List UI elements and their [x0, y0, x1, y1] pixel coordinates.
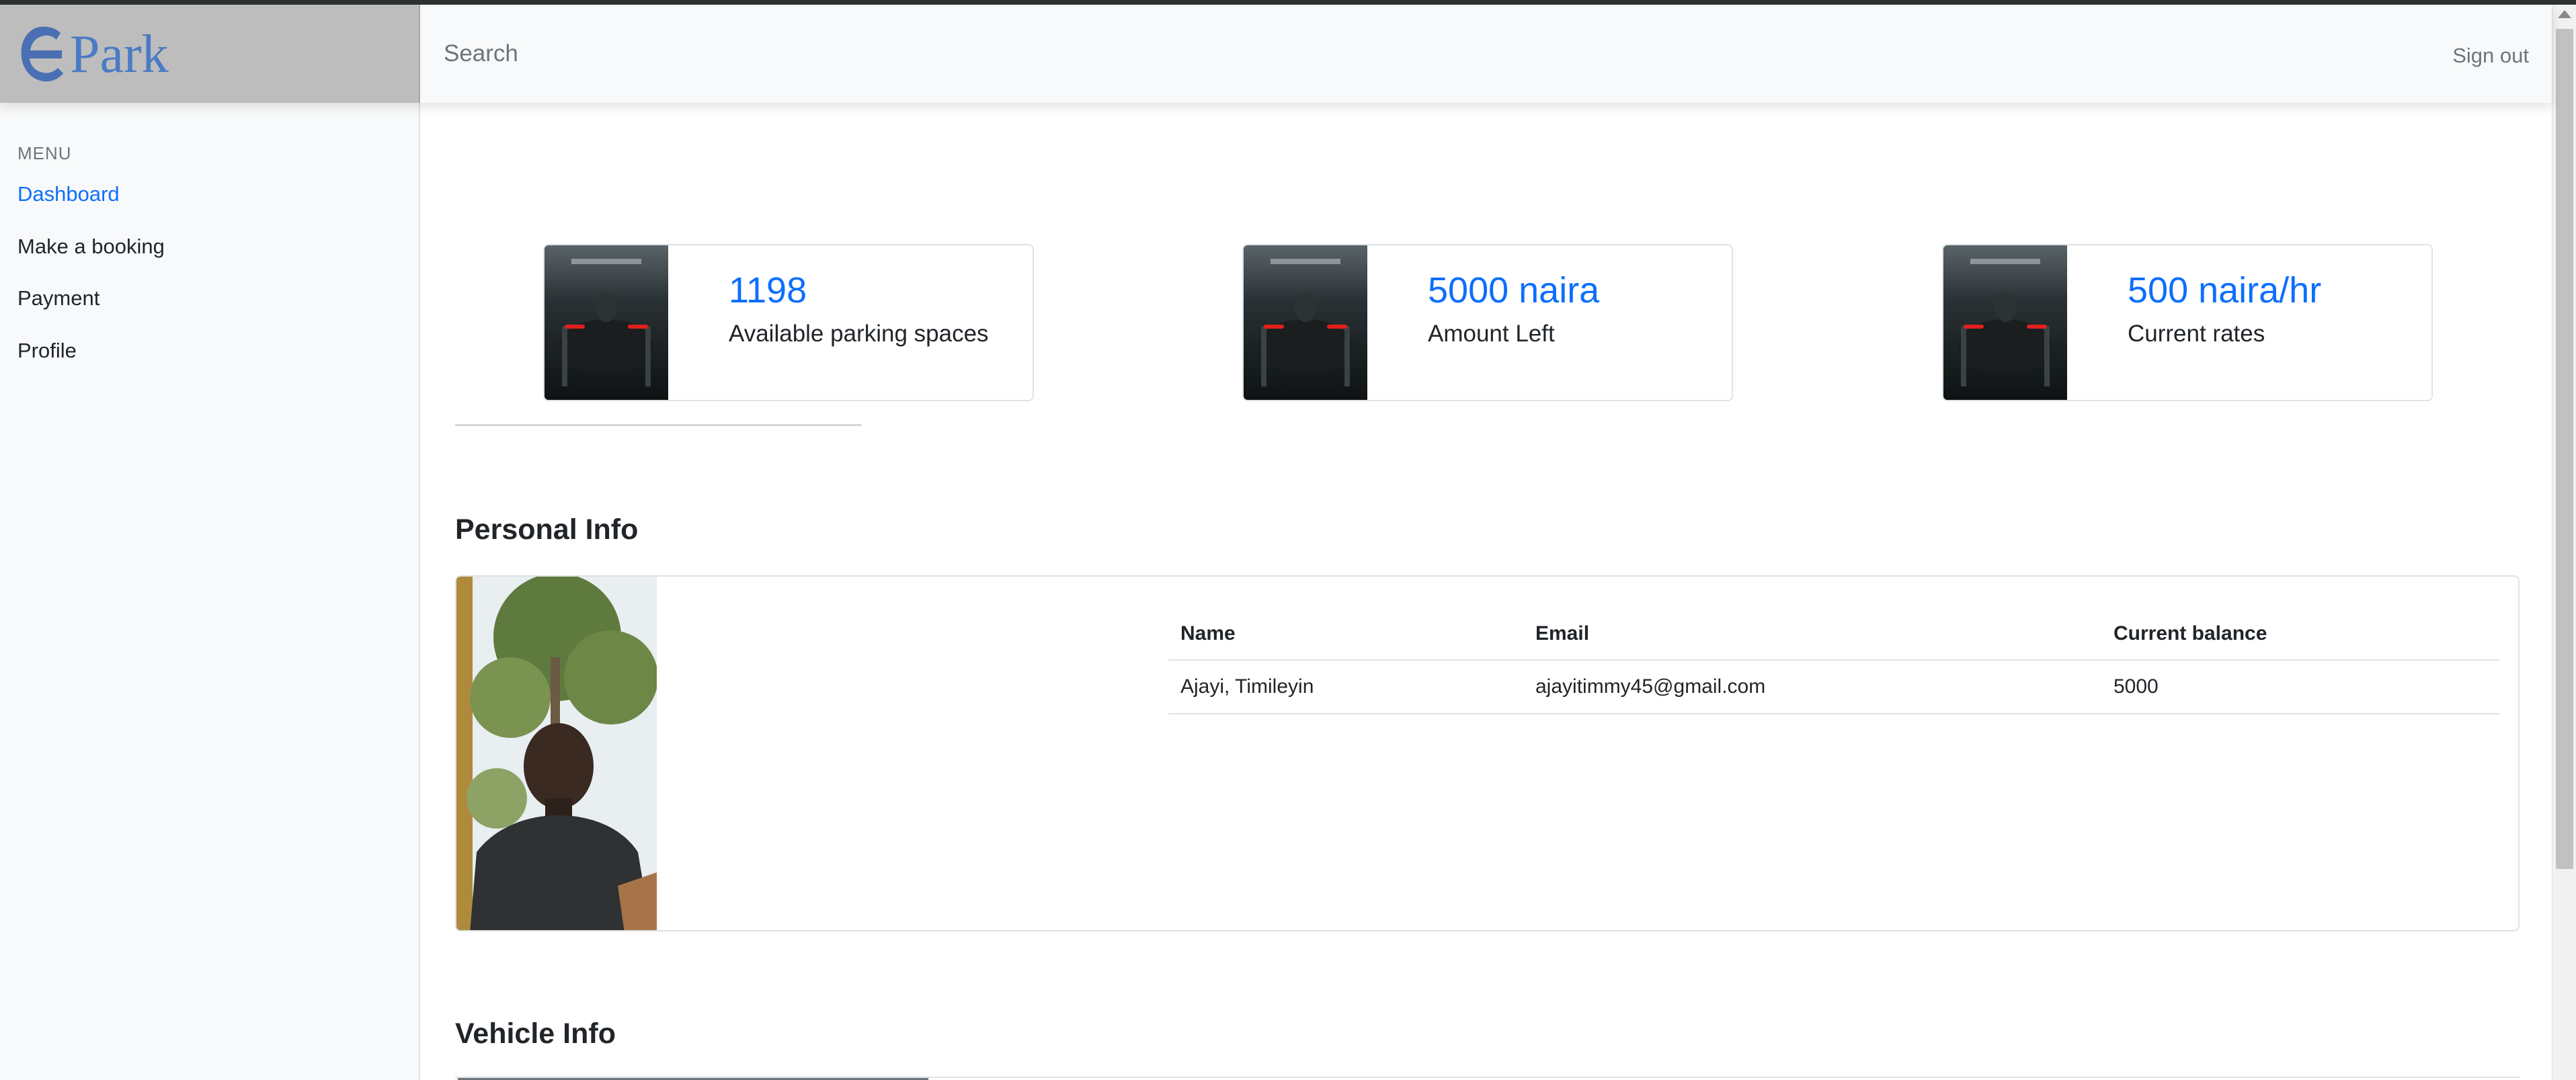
vehicle-info-title: Vehicle Info	[455, 1017, 616, 1050]
stat-value: 5000 naira	[1428, 270, 1600, 310]
column-header-email: Email	[1523, 608, 2101, 661]
section-divider	[455, 424, 862, 426]
brand-name: Park	[70, 25, 169, 84]
stat-label: Amount Left	[1428, 321, 1555, 347]
brand[interactable]: Park	[0, 5, 420, 103]
table-header-row: Name Email Current balance	[1168, 608, 2499, 661]
table-row: Ajayi, Timileyin ajayitimmy45@gmail.com …	[1168, 660, 2499, 714]
stat-value: 500 naira/hr	[2128, 270, 2322, 310]
sidebar-item-payment[interactable]: Payment	[17, 286, 99, 310]
search-input[interactable]	[432, 29, 2381, 79]
stat-label: Available parking spaces	[729, 321, 989, 347]
stat-card-parking-spaces: 1198 Available parking spaces	[543, 244, 1034, 401]
cell-current-balance: 5000	[2101, 660, 2499, 714]
column-header-current-balance: Current balance	[2101, 608, 2499, 661]
personal-info-title: Personal Info	[455, 513, 639, 546]
sidebar-item-dashboard[interactable]: Dashboard	[17, 182, 120, 206]
personal-info-table: Name Email Current balance Ajayi, Timile…	[1168, 608, 2499, 714]
window-top-edge	[0, 0, 2576, 5]
sidebar: MENU Dashboard Make a booking Payment Pr…	[0, 103, 420, 1080]
cell-email: ajayitimmy45@gmail.com	[1523, 660, 2101, 714]
scroll-up-arrow-icon[interactable]	[2558, 10, 2571, 18]
vehicle-info-panel	[455, 1077, 2520, 1080]
sidebar-item-make-a-booking[interactable]: Make a booking	[17, 235, 165, 259]
page-scrollbar[interactable]	[2552, 5, 2576, 1080]
stat-card-amount-left: 5000 naira Amount Left	[1242, 244, 1733, 401]
column-header-name: Name	[1168, 608, 1523, 661]
sidebar-heading: MENU	[17, 143, 72, 163]
parking-car-image	[545, 245, 668, 400]
scrollbar-thumb[interactable]	[2556, 29, 2573, 869]
parking-car-image	[1244, 245, 1367, 400]
stat-card-current-rates: 500 naira/hr Current rates	[1942, 244, 2433, 401]
sign-out-link[interactable]: Sign out	[2452, 44, 2529, 68]
top-navbar: Park Sign out	[0, 5, 2552, 103]
cell-name: Ajayi, Timileyin	[1168, 660, 1523, 714]
stat-value: 1198	[729, 270, 807, 310]
stat-label: Current rates	[2128, 321, 2265, 347]
profile-photo	[456, 577, 657, 930]
personal-info-panel: Name Email Current balance Ajayi, Timile…	[455, 575, 2520, 931]
sidebar-item-profile[interactable]: Profile	[17, 339, 77, 363]
epark-logo-icon	[21, 26, 63, 82]
parking-car-image	[1943, 245, 2067, 400]
